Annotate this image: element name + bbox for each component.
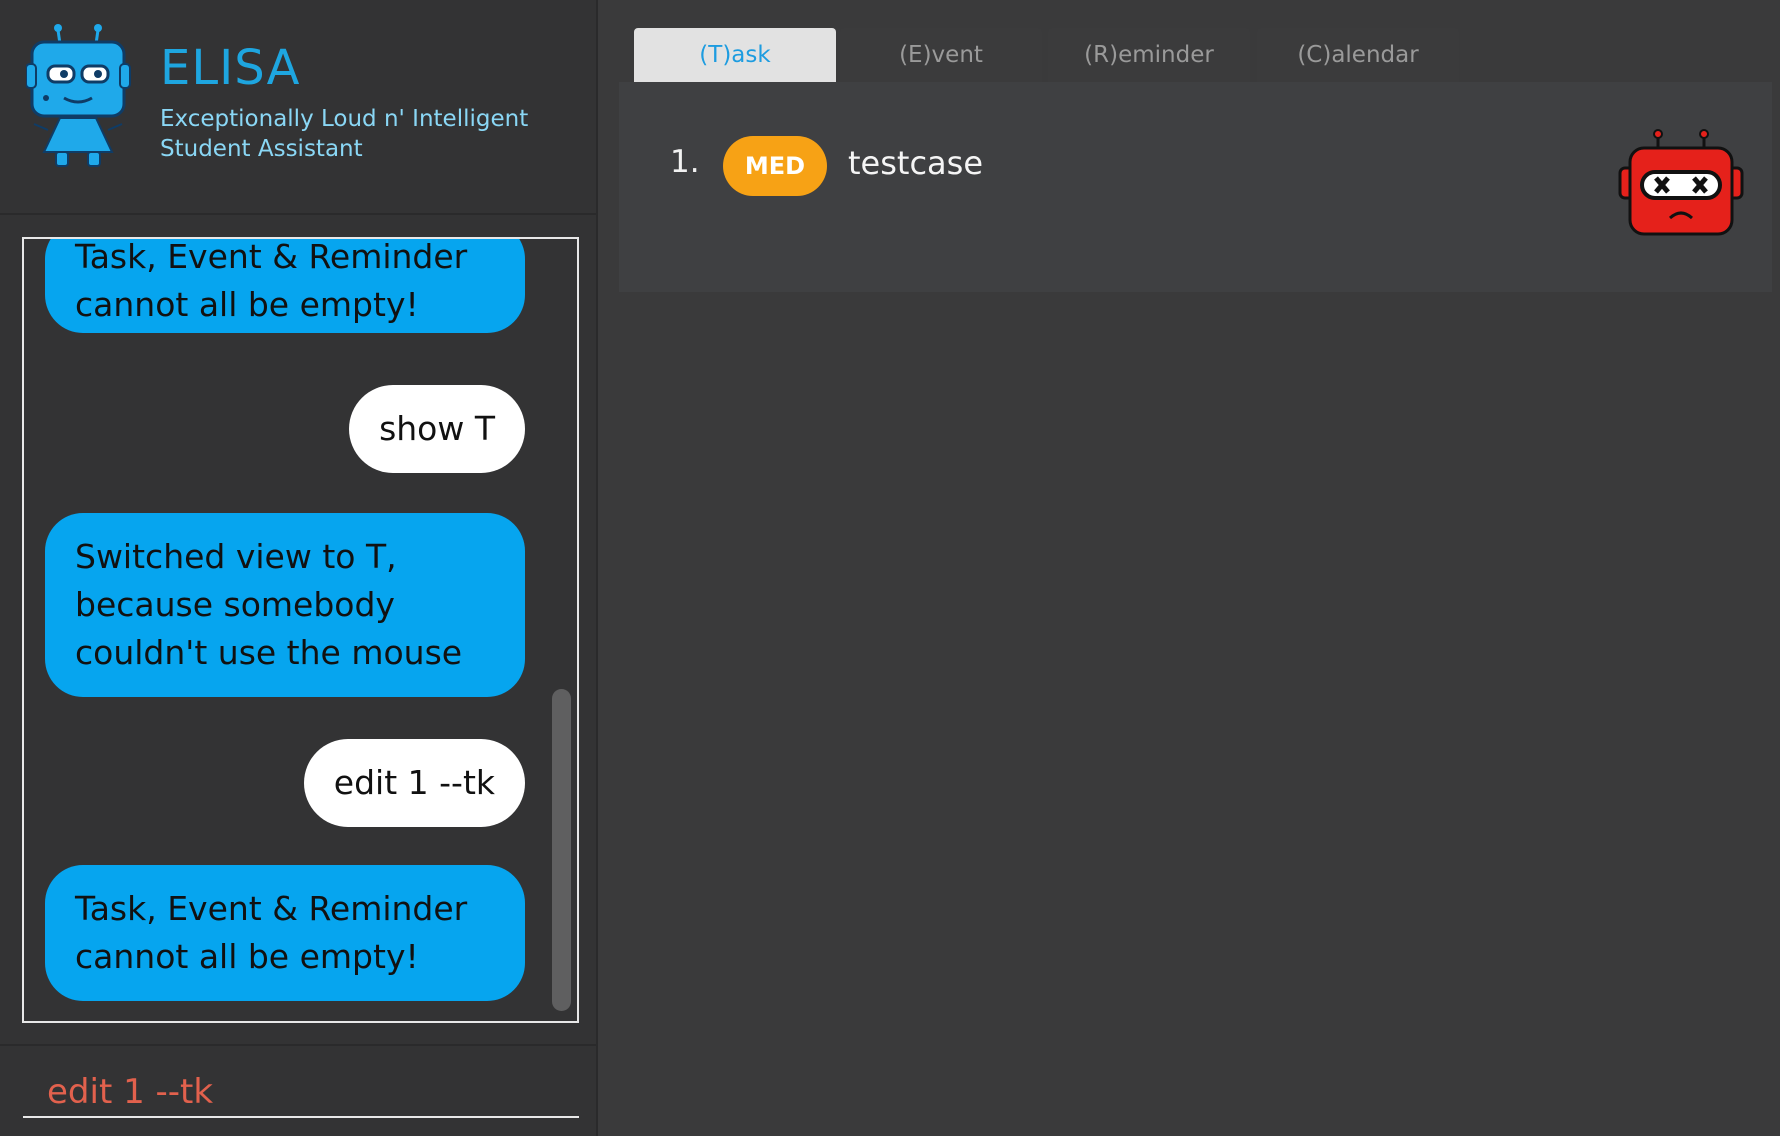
app-title: ELISA (160, 40, 301, 96)
left-panel: ELISA Exceptionally Loud n' Intelligent … (0, 0, 598, 1136)
chat-log[interactable]: Task, Event & Reminder cannot all be emp… (22, 237, 579, 1023)
command-area (0, 1044, 598, 1136)
tab-calendar[interactable]: (C)alendar (1257, 28, 1459, 82)
tab-task[interactable]: (T)ask (634, 28, 836, 82)
priority-badge: MED (723, 136, 827, 196)
app-subtitle: Exceptionally Loud n' Intelligent Studen… (160, 106, 529, 162)
robot-dead-icon (1618, 129, 1744, 236)
tab-reminder[interactable]: (R)eminder (1048, 28, 1250, 82)
app-header: ELISA Exceptionally Loud n' Intelligent … (0, 0, 598, 215)
bot-message: Task, Event & Reminder cannot all be emp… (45, 865, 525, 1001)
user-message: show T (349, 385, 525, 473)
chat-scrollbar[interactable] (552, 689, 571, 1011)
chat-messages: Task, Event & Reminder cannot all be emp… (24, 239, 577, 1021)
bot-message: Switched view to T, because somebody cou… (45, 513, 525, 697)
task-description: testcase (848, 144, 984, 182)
task-list-panel: 1. MED testcase (619, 82, 1772, 292)
user-message: edit 1 --tk (303, 739, 525, 827)
bot-message: Task, Event & Reminder cannot all be emp… (45, 239, 525, 333)
command-input[interactable] (23, 1068, 579, 1118)
tab-event[interactable]: (E)vent (840, 28, 1042, 82)
elisa-robot-logo-icon (26, 24, 131, 167)
task-index: 1. (670, 144, 700, 180)
